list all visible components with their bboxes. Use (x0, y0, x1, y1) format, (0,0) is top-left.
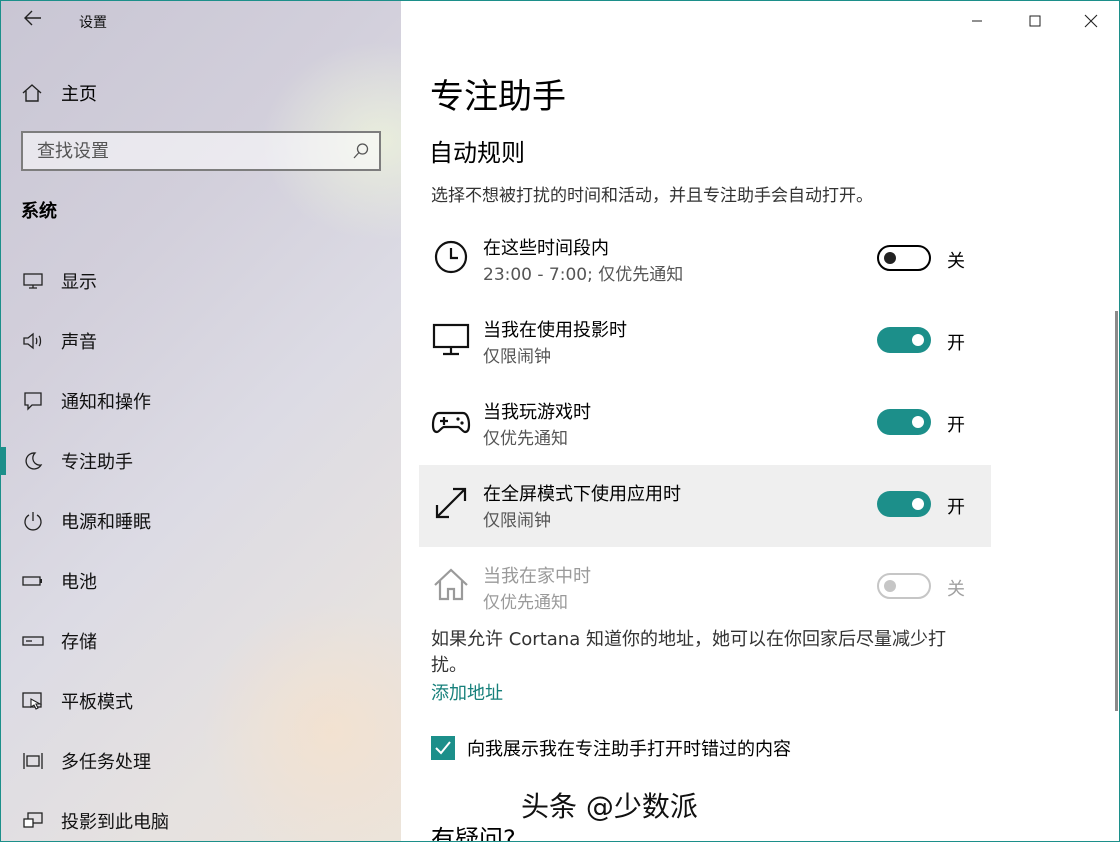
back-button[interactable] (19, 9, 47, 33)
fullscreen-icon (435, 487, 467, 519)
sidebar-item-power[interactable]: 电源和睡眠 (1, 501, 401, 541)
rule-projecting[interactable]: 当我在使用投影时 仅限闹钟 开 (419, 301, 991, 383)
clock-icon (434, 240, 468, 274)
main-pane: 专注助手 自动规则 选择不想被打扰的时间和活动，并且专注助手会自动打开。 在这些… (401, 1, 1119, 842)
home-icon (22, 84, 42, 102)
sidebar-item-label: 电池 (61, 572, 97, 593)
settings-window: 设置 主页 系统 显示 声音 通知和操作 专注助手 电源和睡眠 (0, 0, 1120, 842)
search-input[interactable] (23, 133, 343, 169)
sidebar-item-notifications[interactable]: 通知和操作 (1, 381, 401, 421)
sidebar-item-sound[interactable]: 声音 (1, 321, 401, 361)
rule-title: 在全屏模式下使用应用时 (483, 484, 681, 505)
page-title: 专注助手 (430, 77, 566, 117)
toggle-state-label: 开 (947, 333, 965, 354)
storage-icon (22, 636, 44, 646)
scrollbar[interactable] (1115, 311, 1118, 711)
sidebar-item-label: 平板模式 (61, 692, 133, 713)
toggle-state-label: 关 (947, 579, 965, 600)
sidebar-item-label: 通知和操作 (61, 392, 151, 413)
close-button[interactable] (1071, 7, 1111, 35)
sidebar-item-focus-assist[interactable]: 专注助手 (1, 441, 401, 481)
back-arrow-icon (24, 10, 41, 26)
multitask-icon (23, 753, 43, 769)
search-icon[interactable] (351, 141, 371, 161)
rule-gaming[interactable]: 当我玩游戏时 仅优先通知 开 (419, 383, 991, 465)
monitor-icon (432, 323, 470, 356)
rule-fullscreen[interactable]: 在全屏模式下使用应用时 仅限闹钟 开 (419, 465, 991, 547)
rule-toggle[interactable] (877, 491, 931, 517)
close-icon (1084, 14, 1098, 28)
notification-icon (24, 392, 42, 411)
rule-subtitle: 23:00 - 7:00; 仅优先通知 (483, 265, 684, 285)
section-title-auto-rules: 自动规则 (429, 139, 525, 167)
app-title: 设置 (79, 15, 107, 31)
minimize-icon (972, 20, 982, 22)
rule-toggle[interactable] (877, 327, 931, 353)
sidebar-item-project[interactable]: 投影到此电脑 (1, 801, 401, 841)
rule-title: 当我在使用投影时 (483, 320, 627, 341)
sidebar-item-label: 声音 (61, 332, 97, 353)
sidebar-item-display[interactable]: 显示 (1, 261, 401, 301)
sidebar-item-label: 电源和睡眠 (61, 512, 151, 533)
gamepad-icon (431, 411, 471, 434)
sidebar-item-multitasking[interactable]: 多任务处理 (1, 741, 401, 781)
sidebar-item-storage[interactable]: 存储 (1, 621, 401, 661)
maximize-icon (1029, 15, 1041, 27)
sidebar-item-battery[interactable]: 电池 (1, 561, 401, 601)
sidebar-item-label: 存储 (61, 632, 97, 653)
toggle-state-label: 关 (947, 251, 965, 272)
sidebar-item-home[interactable]: 主页 (21, 79, 97, 107)
rule-title: 当我在家中时 (483, 566, 591, 587)
rule-subtitle: 仅优先通知 (483, 429, 568, 449)
speaker-icon (23, 332, 42, 350)
rule-toggle[interactable] (877, 245, 931, 271)
power-icon (24, 512, 42, 531)
rule-toggle (877, 573, 931, 599)
project-icon (23, 812, 43, 828)
sidebar-item-tablet-mode[interactable]: 平板模式 (1, 681, 401, 721)
rule-title: 在这些时间段内 (483, 238, 609, 259)
display-icon (23, 273, 43, 289)
sidebar-item-label: 多任务处理 (61, 752, 151, 773)
rule-subtitle: 仅限闹钟 (483, 347, 551, 367)
rule-toggle[interactable] (877, 409, 931, 435)
maximize-button[interactable] (1015, 7, 1055, 35)
minimize-button[interactable] (957, 7, 997, 35)
cortana-note: 如果允许 Cortana 知道你的地址，她可以在你回家后尽量减少打扰。 (431, 629, 946, 676)
rule-time-period[interactable]: 在这些时间段内 23:00 - 7:00; 仅优先通知 关 (419, 219, 991, 301)
add-address-link[interactable]: 添加地址 (431, 679, 503, 705)
show-missed-checkbox[interactable] (431, 736, 455, 760)
sidebar: 设置 主页 系统 显示 声音 通知和操作 专注助手 电源和睡眠 (1, 1, 401, 841)
battery-icon (22, 576, 42, 586)
sidebar-item-label: 专注助手 (61, 452, 133, 473)
moon-icon (25, 452, 43, 470)
sidebar-item-label: 显示 (61, 272, 97, 293)
help-section-title: 有疑问? (431, 825, 516, 842)
search-box[interactable] (21, 131, 381, 171)
checkbox-label: 向我展示我在专注助手打开时错过的内容 (467, 739, 791, 760)
sidebar-item-label: 投影到此电脑 (61, 812, 169, 833)
section-description: 选择不想被打扰的时间和活动，并且专注助手会自动打开。 (431, 186, 873, 206)
watermark: 头条 @少数派 (521, 790, 698, 823)
toggle-state-label: 开 (947, 497, 965, 518)
rule-title: 当我玩游戏时 (483, 402, 591, 423)
home-label: 主页 (61, 84, 97, 105)
checkmark-icon (435, 741, 451, 755)
rule-subtitle: 仅优先通知 (483, 593, 568, 613)
rule-subtitle: 仅限闹钟 (483, 511, 551, 531)
tablet-icon (22, 692, 43, 710)
toggle-state-label: 开 (947, 415, 965, 436)
rule-at-home: 当我在家中时 仅优先通知 关 (419, 547, 991, 629)
home-icon (434, 568, 468, 601)
section-title-system: 系统 (21, 201, 57, 222)
show-missed-checkbox-row[interactable]: 向我展示我在专注助手打开时错过的内容 (431, 735, 791, 761)
